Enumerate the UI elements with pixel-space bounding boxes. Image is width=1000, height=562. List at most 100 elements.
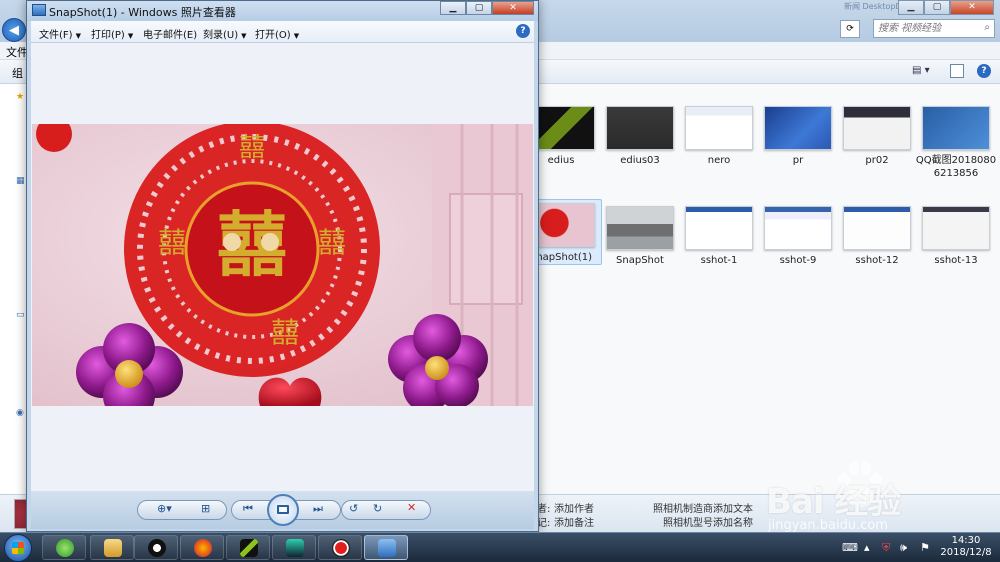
menu-burn[interactable]: 刻录(U) ▼ xyxy=(203,26,247,41)
next-icon[interactable]: ⏭ xyxy=(313,502,323,516)
thumbnail-item[interactable]: pr xyxy=(757,106,839,167)
slideshow-button[interactable] xyxy=(267,494,299,526)
zoom-controls-group xyxy=(137,500,227,520)
show-hidden-icons-icon[interactable]: ▴ xyxy=(864,541,870,554)
menu-open[interactable]: 打开(O) ▼ xyxy=(255,26,299,41)
menu-file[interactable]: 文件 xyxy=(6,44,28,60)
search-input[interactable] xyxy=(874,20,974,37)
actual-size-icon[interactable]: ⊞ xyxy=(201,502,210,515)
back-button[interactable]: ◀ xyxy=(2,18,26,42)
viewer-window-buttons: ▁ ▢ ✕ xyxy=(440,1,534,15)
taskbar-video-editor[interactable] xyxy=(272,535,316,560)
camera-maker-value[interactable]: 添加文本 xyxy=(713,500,753,515)
menu-email[interactable]: 电子邮件(E) xyxy=(143,26,197,41)
favorites-star-icon[interactable]: ★ xyxy=(16,92,26,102)
preview-pane-icon[interactable] xyxy=(950,64,964,78)
taskbar-recorder[interactable] xyxy=(318,535,362,560)
delete-icon[interactable]: ✕ xyxy=(407,501,416,514)
thumbnail-item[interactable]: SnapShot xyxy=(599,206,681,267)
network-icon[interactable]: ◉ xyxy=(16,408,26,418)
volume-icon[interactable]: 🕪 xyxy=(900,541,907,555)
thumbnail-label: sshot-9 xyxy=(779,255,817,266)
chevron-down-icon: ▼ xyxy=(75,32,81,40)
folder-icon xyxy=(104,539,122,557)
zoom-icon[interactable]: ⊕▾ xyxy=(157,502,172,515)
chevron-down-icon: ▼ xyxy=(293,32,300,40)
flag-icon[interactable]: ⚑ xyxy=(920,541,930,554)
menu-email-label: 电子邮件(E) xyxy=(143,30,198,41)
thumbnail-item[interactable]: edius03 xyxy=(599,106,681,167)
menu-file[interactable]: 文件(F) ▼ xyxy=(39,26,81,41)
tags-label: 记: xyxy=(537,518,551,529)
camera-model-label: 照相机型号: xyxy=(663,518,717,529)
camera-model-value[interactable]: 添加名称 xyxy=(713,514,753,529)
thumbnail-image xyxy=(685,106,753,150)
taskbar-360-browser[interactable] xyxy=(42,535,86,560)
photo-viewer-window: SnapShot(1) - Windows 照片查看器 ▁ ▢ ✕ 文件(F) ▼… xyxy=(26,0,539,532)
maximize-icon[interactable]: ▢ xyxy=(924,0,950,15)
thumbnail-item[interactable]: sshot-9 xyxy=(757,206,839,267)
taskbar-photo-viewer[interactable] xyxy=(364,535,408,560)
menu-print-label: 打印(P) xyxy=(91,30,125,41)
organize-button[interactable]: 组 xyxy=(12,65,23,81)
tags-value[interactable]: 添加备注 xyxy=(554,514,594,529)
viewer-menubar: 文件(F) ▼ 打印(P) ▼ 电子邮件(E) 刻录(U) ▼ 打开(O) ▼ ? xyxy=(31,21,534,43)
start-button[interactable] xyxy=(4,534,32,562)
image-canvas[interactable]: 囍 囍 囍 囍 囍 xyxy=(31,43,534,491)
help-icon[interactable]: ? xyxy=(516,24,530,38)
thumbnail-image xyxy=(843,206,911,250)
close-icon[interactable]: ✕ xyxy=(492,1,534,15)
chevron-down-icon: ▼ xyxy=(241,32,247,40)
chevron-down-icon: ▼ xyxy=(127,32,134,40)
rotate-left-icon[interactable]: ↺ xyxy=(349,502,358,515)
close-icon[interactable]: ✕ xyxy=(950,0,994,15)
thumbnail-image xyxy=(843,106,911,150)
taskbar-edius[interactable] xyxy=(226,535,270,560)
photo-scene: 囍 囍 囍 囍 囍 xyxy=(32,124,533,406)
menu-file-label: 文件(F) xyxy=(39,30,73,41)
clock[interactable]: 14:30 2018/12/8 xyxy=(940,535,992,559)
taskbar-firefox[interactable] xyxy=(180,535,224,560)
thumbnail-image xyxy=(606,106,674,150)
previous-icon[interactable]: ⏮ xyxy=(243,502,253,516)
taskbar: ⌨ ▴ ⛨ 🕪 ⚑ 14:30 2018/12/8 xyxy=(0,532,1000,562)
record-icon xyxy=(332,539,350,557)
help-icon[interactable]: ? xyxy=(977,64,991,78)
change-view-icon[interactable]: ▤ ▾ xyxy=(912,65,930,76)
svg-text:囍: 囍 xyxy=(318,226,346,259)
thumbnail-item[interactable]: sshot-13 xyxy=(915,206,997,267)
computer-icon[interactable]: ▭ xyxy=(16,310,26,320)
viewer-title: SnapShot(1) - Windows 照片查看器 xyxy=(49,6,236,19)
thumbnail-image xyxy=(922,106,990,150)
maximize-icon[interactable]: ▢ xyxy=(466,1,492,15)
search-icon[interactable]: ⌕ xyxy=(984,22,990,33)
taskbar-qq[interactable] xyxy=(134,535,178,560)
author-label: 者: xyxy=(537,504,551,515)
menu-print[interactable]: 打印(P) ▼ xyxy=(91,26,133,41)
thumbnail-item[interactable]: nero xyxy=(678,106,760,167)
system-tray: ⌨ ▴ ⛨ 🕪 ⚑ xyxy=(842,537,942,559)
libraries-icon[interactable]: ▦ xyxy=(16,176,26,186)
viewer-titlebar: SnapShot(1) - Windows 照片查看器 ▁ ▢ ✕ xyxy=(27,1,538,21)
search-box[interactable]: ⌕ xyxy=(873,19,995,38)
minimize-icon[interactable]: ▁ xyxy=(440,1,466,15)
thumbnail-item[interactable]: sshot-1 xyxy=(678,206,760,267)
taskbar-explorer[interactable] xyxy=(90,535,134,560)
svg-text:囍: 囍 xyxy=(158,226,186,259)
minimize-icon[interactable]: ▁ xyxy=(898,0,924,15)
svg-text:囍: 囍 xyxy=(271,316,299,349)
displayed-photo: 囍 囍 囍 囍 囍 xyxy=(32,124,533,406)
thumbnail-label: nero xyxy=(707,155,731,166)
security-icon[interactable]: ⛨ xyxy=(882,541,890,555)
rotate-right-icon[interactable]: ↻ xyxy=(373,502,382,515)
keyboard-icon[interactable]: ⌨ xyxy=(842,541,858,554)
thumbnail-item[interactable]: pr02 xyxy=(836,106,918,167)
thumbnail-item[interactable]: sshot-12 xyxy=(836,206,918,267)
clock-time: 14:30 xyxy=(951,535,981,546)
menu-open-label: 打开(O) xyxy=(255,30,291,41)
author-value[interactable]: 添加作者 xyxy=(554,500,594,515)
thumbnail-item[interactable]: QQ截图20180806213856 xyxy=(915,106,997,180)
refresh-icon[interactable]: ⟳ xyxy=(840,20,860,38)
thumbnail-image xyxy=(764,106,832,150)
thumbnail-label: sshot-1 xyxy=(700,255,738,266)
